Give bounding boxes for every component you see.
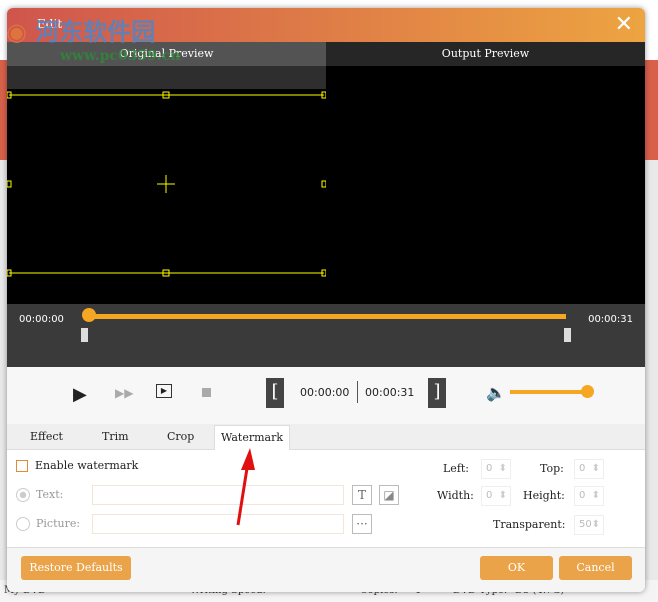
text-radio[interactable] [16, 488, 30, 502]
browse-button[interactable]: ··· [352, 514, 372, 534]
picture-radio[interactable] [16, 517, 30, 531]
close-icon[interactable]: ✕ [615, 12, 633, 37]
trim-end-time: 00:00:31 [365, 386, 415, 399]
left-label: Left: [443, 462, 470, 475]
snapshot-icon[interactable]: ▶ [156, 384, 172, 398]
enable-watermark-checkbox[interactable] [16, 460, 28, 472]
tab-effect[interactable]: Effect [30, 430, 63, 443]
restore-defaults-button[interactable]: Restore Defaults [21, 556, 131, 580]
set-start-icon[interactable]: [ [266, 378, 284, 408]
output-preview-label: Output Preview [326, 42, 645, 66]
text-input[interactable] [92, 485, 344, 505]
text-color-icon[interactable]: ◪ [379, 485, 399, 505]
width-spinner[interactable]: 0 [481, 486, 511, 506]
stop-icon[interactable] [202, 388, 211, 397]
start-time: 00:00:00 [19, 314, 64, 325]
playhead-handle[interactable] [82, 308, 96, 322]
title-bar: Edit ✕ [7, 8, 645, 42]
transparent-spinner[interactable]: 50 [574, 515, 604, 535]
timeline-progress[interactable] [89, 314, 566, 319]
transparent-label: Transparent: [493, 518, 566, 531]
text-label: Text: [36, 488, 64, 501]
trim-start-time: 00:00:00 [300, 386, 350, 399]
trim-start-handle[interactable] [81, 328, 88, 342]
set-end-icon[interactable]: ] [428, 378, 446, 408]
height-spinner[interactable]: 0 [574, 486, 604, 506]
height-label: Height: [523, 489, 565, 502]
tab-crop[interactable]: Crop [167, 430, 194, 443]
edit-dialog: Edit ✕ Original Preview Output Preview 0… [7, 8, 645, 592]
crop-frame[interactable] [7, 66, 326, 304]
play-icon[interactable]: ▶ [73, 384, 87, 405]
trim-end-handle[interactable] [564, 328, 571, 342]
tab-watermark[interactable]: Watermark [214, 425, 291, 451]
picture-input[interactable] [92, 514, 344, 534]
width-label: Width: [437, 489, 474, 502]
volume-slider[interactable] [510, 390, 587, 394]
cancel-button[interactable]: Cancel [559, 556, 632, 580]
ok-button[interactable]: OK [480, 556, 553, 580]
original-preview-label: Original Preview [7, 42, 326, 66]
tab-trim[interactable]: Trim [102, 430, 129, 443]
timeline: 00:00:00 00:00:31 [7, 304, 645, 367]
volume-handle[interactable] [581, 385, 594, 398]
original-preview[interactable] [7, 66, 326, 304]
volume-icon[interactable]: 🔈 [486, 383, 506, 402]
enable-watermark-label: Enable watermark [35, 459, 139, 472]
top-label: Top: [540, 462, 564, 475]
top-spinner[interactable]: 0 [574, 459, 604, 479]
dialog-title: Edit [37, 17, 63, 31]
left-spinner[interactable]: 0 [481, 459, 511, 479]
picture-label: Picture: [36, 517, 81, 530]
watermark-panel: Enable watermark Text: T ◪ Picture: ··· … [7, 450, 645, 548]
fast-forward-icon[interactable]: ▶▶ [115, 386, 133, 400]
end-time: 00:00:31 [588, 314, 633, 325]
output-preview [326, 66, 645, 304]
text-font-button[interactable]: T [352, 485, 372, 505]
